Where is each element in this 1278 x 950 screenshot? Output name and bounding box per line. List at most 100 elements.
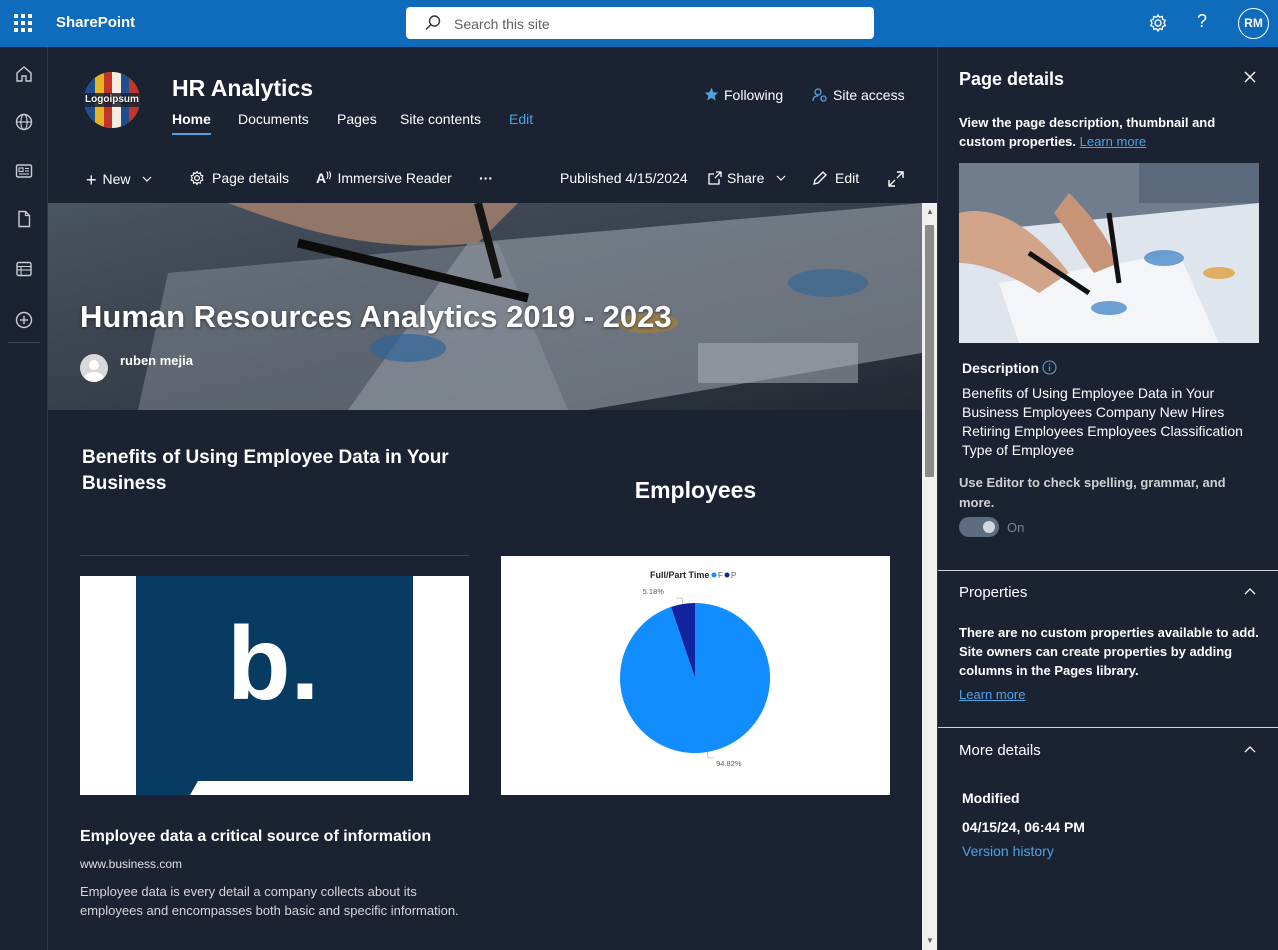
- author-name[interactable]: ruben mejia: [120, 353, 193, 368]
- following-button[interactable]: Following: [704, 87, 783, 103]
- description-label: Description: [962, 360, 1040, 376]
- properties-header[interactable]: Properties: [959, 584, 1027, 601]
- settings-gear-icon: [190, 170, 204, 186]
- version-history-link[interactable]: Version history: [962, 843, 1054, 859]
- published-status: Published 4/15/2024: [560, 170, 688, 186]
- share-label: Share: [727, 170, 765, 186]
- site-logo[interactable]: Logoipsum: [84, 72, 140, 128]
- nav-documents[interactable]: Documents: [238, 111, 309, 127]
- employees-heading: Employees: [634, 477, 757, 503]
- expand-icon[interactable]: [888, 171, 904, 187]
- business-logo-letter: b.: [227, 606, 319, 722]
- nav-home[interactable]: Home: [172, 111, 211, 135]
- chevron-down-icon: [142, 176, 152, 182]
- page-details-panel: Page details View the page description, …: [937, 47, 1278, 950]
- app-launcher-icon[interactable]: [14, 14, 32, 32]
- settings-gear-icon[interactable]: [1148, 13, 1168, 33]
- scroll-down-arrow-icon[interactable]: ▼: [926, 936, 934, 945]
- nav-pages[interactable]: Pages: [337, 111, 377, 127]
- hero-banner: Human Resources Analytics 2019 - 2023 ru…: [48, 203, 922, 410]
- logo-text: Logoipsum: [85, 94, 139, 105]
- edit-label: Edit: [835, 170, 860, 186]
- pie-chart-svg: Full/Part Time F P 94.82% 5.18%: [620, 570, 770, 768]
- site-access-label: Site access: [833, 87, 905, 103]
- panel-divider: [938, 727, 1278, 728]
- scrollbar-thumb[interactable]: [925, 225, 934, 477]
- editor-toggle-label: On: [1007, 520, 1025, 535]
- search-icon: [425, 15, 441, 30]
- close-icon[interactable]: [1242, 69, 1258, 85]
- properties-text: There are no custom properties available…: [959, 625, 1259, 678]
- plus-icon: +: [86, 170, 97, 190]
- pie-leader-f: [706, 751, 715, 759]
- learn-more-link[interactable]: Learn more: [1080, 134, 1146, 149]
- panel-title: Page details: [959, 69, 1065, 89]
- panel-divider: [938, 570, 1278, 571]
- immersive-reader-label: Immersive Reader: [337, 170, 452, 186]
- people-settings-icon: [812, 88, 827, 102]
- command-bar: + New Page details A)) Immersive Reader ··…: [48, 160, 937, 198]
- page-thumbnail[interactable]: [959, 163, 1259, 343]
- employees-chart[interactable]: Full/Part Time F P 94.82% 5.18%: [501, 556, 890, 795]
- section-divider: [80, 555, 469, 556]
- person-icon: [84, 360, 104, 382]
- thumbnail-image: [959, 163, 1259, 343]
- home-icon[interactable]: [14, 64, 34, 84]
- chevron-up-icon[interactable]: [1244, 745, 1256, 753]
- app-bar-divider: [8, 342, 40, 343]
- description-text[interactable]: Benefits of Using Employee Data in Your …: [962, 384, 1252, 460]
- list-icon[interactable]: [14, 259, 34, 279]
- document-icon[interactable]: [14, 209, 34, 229]
- nav-site-contents[interactable]: Site contents: [400, 111, 481, 127]
- card-url[interactable]: www.business.com: [80, 857, 182, 871]
- properties-learn-more-link[interactable]: Learn more: [959, 687, 1025, 702]
- news-icon[interactable]: [14, 161, 34, 181]
- editor-toggle[interactable]: [959, 517, 999, 537]
- sharepoint-brand-link[interactable]: SharePoint: [56, 14, 135, 31]
- pie-data-label-f: 94.82%: [716, 759, 742, 768]
- site-header: Logoipsum HR Analytics Home Documents Pa…: [48, 47, 937, 157]
- edit-button[interactable]: Edit: [812, 170, 859, 186]
- more-details-header[interactable]: More details: [959, 742, 1041, 759]
- chevron-down-icon: [776, 175, 786, 181]
- info-icon[interactable]: [1042, 360, 1057, 375]
- business-logo-image[interactable]: b.: [80, 576, 469, 795]
- page-canvas: Human Resources Analytics 2019 - 2023 ru…: [48, 203, 922, 950]
- modified-value: 04/15/24, 06:44 PM: [962, 819, 1085, 835]
- create-plus-icon[interactable]: [14, 310, 34, 330]
- business-logo-graphic: b.: [80, 576, 469, 795]
- modified-label: Modified: [962, 790, 1020, 806]
- editor-note: Use Editor to check spelling, grammar, a…: [959, 475, 1226, 510]
- new-button[interactable]: + New: [86, 170, 152, 191]
- share-button[interactable]: Share: [708, 170, 786, 186]
- following-label: Following: [724, 87, 784, 103]
- site-title[interactable]: HR Analytics: [172, 75, 313, 102]
- legend-label-f: F: [718, 571, 723, 580]
- search-placeholder: Search this site: [454, 16, 550, 32]
- more-actions-button[interactable]: ···: [479, 170, 493, 186]
- page-title: Human Resources Analytics 2019 - 2023: [80, 299, 672, 334]
- scroll-up-arrow-icon[interactable]: ▲: [926, 207, 934, 216]
- pie-data-label-p: 5.18%: [643, 587, 665, 596]
- immersive-reader-icon: A)): [316, 170, 332, 186]
- immersive-reader-button[interactable]: A)) Immersive Reader: [316, 170, 452, 186]
- user-avatar[interactable]: RM: [1238, 8, 1269, 39]
- chevron-up-icon[interactable]: [1244, 587, 1256, 595]
- pencil-icon: [813, 171, 827, 185]
- help-icon[interactable]: ?: [1197, 11, 1207, 32]
- card-title[interactable]: Employee data a critical source of infor…: [80, 828, 431, 846]
- pie-leader-p: [675, 597, 684, 605]
- star-icon: [704, 87, 719, 101]
- toggle-knob: [983, 521, 995, 533]
- search-input[interactable]: Search this site: [406, 7, 874, 39]
- site-access-button[interactable]: Site access: [812, 87, 905, 103]
- author-avatar[interactable]: [80, 354, 108, 382]
- page-details-button[interactable]: Page details: [189, 170, 289, 186]
- legend-label-p: P: [731, 571, 736, 580]
- page-scrollbar[interactable]: ▲ ▼: [922, 203, 937, 950]
- nav-edit-link[interactable]: Edit: [509, 111, 533, 127]
- app-bar: [0, 47, 48, 950]
- globe-icon[interactable]: [14, 112, 34, 132]
- legend-marker-p: [724, 572, 730, 578]
- share-icon: [708, 171, 722, 185]
